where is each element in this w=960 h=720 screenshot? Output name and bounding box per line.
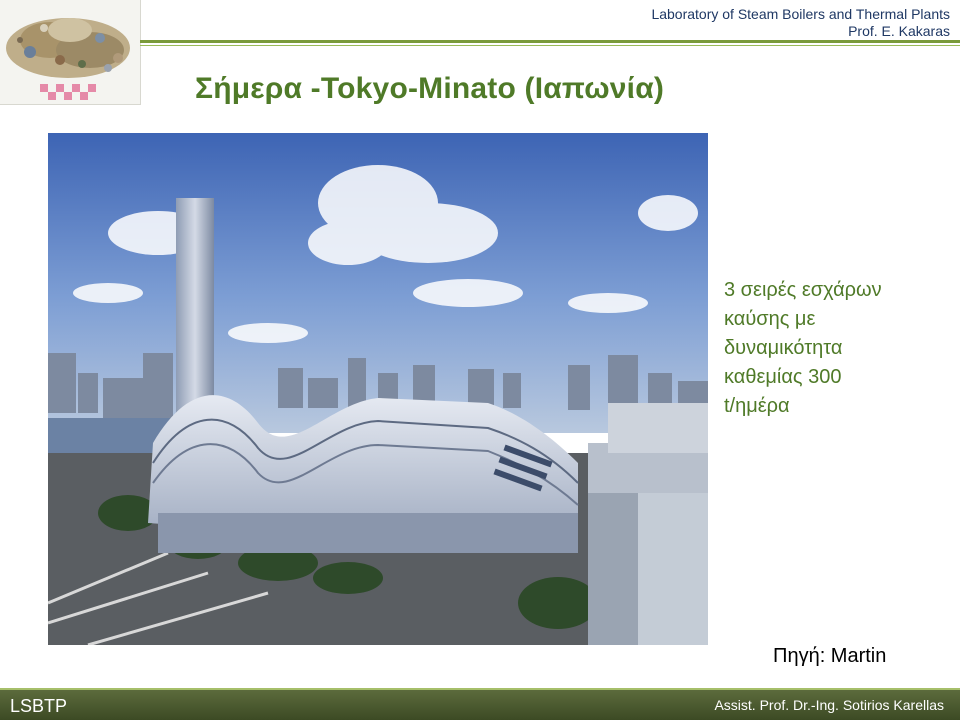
lab-name: Laboratory of Steam Boilers and Thermal … [651,6,950,22]
footer-author: Assist. Prof. Dr.-Ing. Sotirios Karellas [714,697,944,713]
image-source: Πηγή: Martin [773,645,887,667]
footer-bar: LSBTP Assist. Prof. Dr.-Ing. Sotirios Ka… [0,688,960,720]
description-line: 3 σειρές εσχάρων [724,279,882,301]
professor-name: Prof. E. Kakaras [848,23,950,39]
description-line: δυναμικότητα [724,337,843,359]
footer-org: LSBTP [10,696,68,716]
incineration-plant-photo [48,133,708,645]
waste-pile-logo [0,0,141,105]
plant-capacity-description: 3 σειρές εσχάρων καύσης με δυναμικότητα … [724,276,944,421]
description-line: καθεμίας 300 [724,366,842,388]
description-line: καύσης με [724,308,816,330]
header-lab-info: Laboratory of Steam Boilers and Thermal … [651,6,950,40]
page-title: Σήμερα -Tokyo-Minato (Ιαπωνία) [195,72,665,105]
header-rule-thin [140,45,960,46]
header-rule [140,40,960,43]
description-line: t/ημέρα [724,395,790,417]
